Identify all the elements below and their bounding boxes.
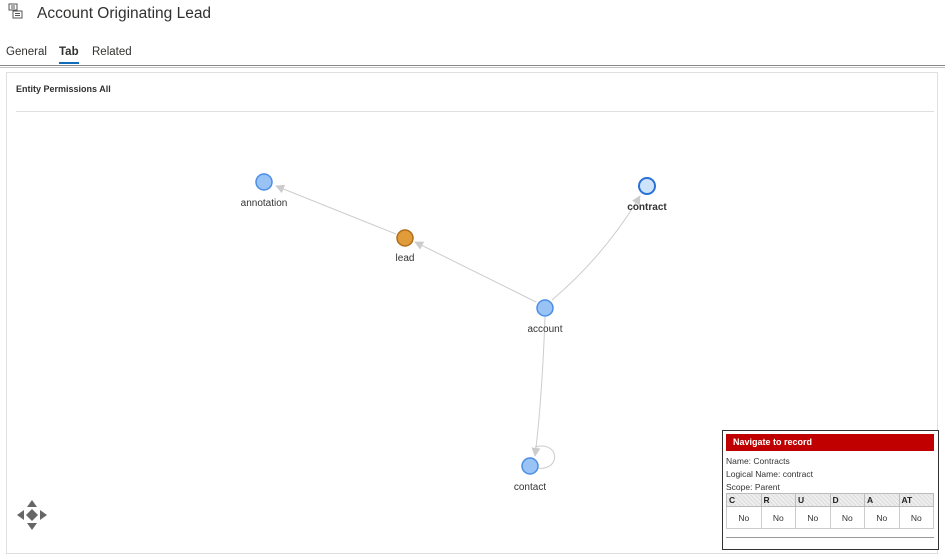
perm-col-r: R — [760, 493, 796, 507]
perm-val-d: No — [829, 506, 865, 529]
node-lead[interactable]: lead — [396, 229, 415, 264]
popup-bottom-rule — [726, 537, 934, 538]
perm-col-d: D — [829, 493, 865, 507]
perm-val-a: No — [864, 506, 900, 529]
node-account-label: account — [527, 324, 562, 335]
perm-col-c: C — [726, 493, 762, 507]
graph-edges — [275, 184, 641, 469]
edge-account-contact — [531, 316, 546, 457]
node-contact-label: contact — [514, 482, 546, 493]
perm-val-u: No — [795, 506, 831, 529]
pan-arrows-icon[interactable] — [17, 500, 47, 530]
node-contract-circle[interactable] — [638, 177, 656, 195]
node-contact-circle[interactable] — [521, 457, 539, 475]
perm-col-u: U — [795, 493, 831, 507]
permissions-table: C R U D A AT No No No No No No — [726, 493, 934, 529]
permissions-value-row: No No No No No No — [726, 506, 934, 529]
node-annotation[interactable]: annotation — [241, 173, 288, 209]
graph-nodes: annotation lead contract account contact — [241, 173, 667, 493]
node-info-popup: Navigate to record Name: Contracts Logic… — [722, 430, 939, 550]
node-contact[interactable]: contact — [514, 457, 546, 493]
popup-name: Name: Contracts — [726, 456, 790, 466]
perm-col-at: AT — [898, 493, 934, 507]
perm-col-a: A — [864, 493, 900, 507]
popup-scope: Scope: Parent — [726, 482, 780, 492]
node-lead-circle[interactable] — [396, 229, 414, 247]
node-contract-label: contract — [627, 202, 667, 213]
permissions-header-row: C R U D A AT — [726, 493, 934, 507]
navigate-to-record-button[interactable]: Navigate to record — [726, 434, 934, 451]
popup-logical-name: Logical Name: contract — [726, 469, 813, 479]
edge-lead-annotation — [275, 184, 397, 235]
perm-val-r: No — [760, 506, 796, 529]
edge-account-lead — [414, 241, 537, 303]
node-lead-label: lead — [396, 253, 415, 264]
node-account-circle[interactable] — [536, 299, 554, 317]
node-annotation-label: annotation — [241, 198, 288, 209]
node-contract[interactable]: contract — [627, 177, 667, 213]
perm-val-at: No — [898, 506, 934, 529]
perm-val-c: No — [726, 506, 762, 529]
node-annotation-circle[interactable] — [255, 173, 273, 191]
